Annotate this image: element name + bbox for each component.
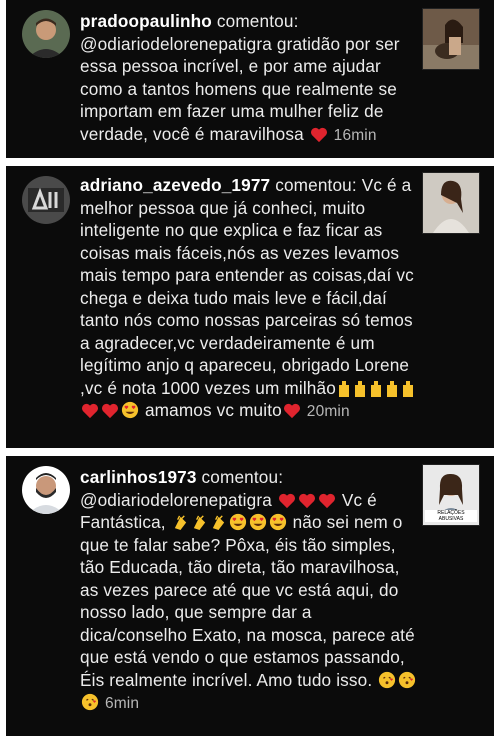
comment-text: carlinhos1973 comentou: @odiariodelorene…	[80, 466, 418, 716]
red-heart-icon	[318, 493, 335, 508]
red-heart-icon	[283, 403, 300, 419]
woman-with-dog-photo[interactable]	[422, 8, 480, 70]
comment-action: comentou:	[275, 175, 357, 195]
comment-username[interactable]: pradoopaulinho	[80, 11, 212, 31]
comment-card: adriano_azevedo_1977 comentou: Vc é a me…	[6, 166, 494, 448]
comment-action: comentou:	[216, 11, 299, 31]
comment-username[interactable]: carlinhos1973	[80, 467, 197, 487]
comment-text: pradoopaulinho comentou: @odiariodeloren…	[80, 10, 418, 147]
man-with-beard-avatar[interactable]	[22, 466, 70, 514]
heart-eyes-face-icon	[121, 401, 139, 419]
comment-card: pradoopaulinho comentou: @odiariodeloren…	[6, 0, 494, 158]
comment-card: RELAÇÕES ABUSIVAS carlinhos1973 comentou…	[6, 456, 494, 736]
man-avatar-photo[interactable]	[22, 10, 70, 58]
comment-body: não sei nem o que te falar sabe? Pôxa, é…	[80, 512, 415, 690]
clapping-hands-emojis	[171, 512, 228, 532]
red-heart-icon	[298, 493, 315, 508]
comment-mention[interactable]: @odiariodelorenepatigra	[80, 490, 272, 510]
comment-action: comentou:	[201, 467, 284, 487]
comment-body-end: amamos vc muito	[144, 400, 282, 420]
comment-time: 20min	[306, 403, 350, 420]
gym-logo-avatar[interactable]	[22, 176, 70, 224]
comment-time: 16min	[333, 126, 377, 144]
red-heart-icon	[102, 403, 118, 419]
red-heart-icon	[278, 493, 295, 508]
heart-eyes-face-icon	[229, 513, 246, 531]
woman-portrait-photo[interactable]	[422, 172, 480, 234]
relacoes-abusivas-thumbnail[interactable]: RELAÇÕES ABUSIVAS	[422, 464, 480, 526]
comment-body: Vc é a melhor pessoa que já conheci, mui…	[80, 175, 414, 398]
comment-time: 6min	[104, 695, 140, 712]
heart-eyes-face-icon	[249, 513, 266, 531]
raised-hands-emojis	[336, 378, 416, 398]
thumbnail-caption: RELAÇÕES ABUSIVAS	[425, 510, 477, 522]
red-heart-icon	[310, 127, 327, 142]
red-heart-icon	[82, 403, 98, 419]
comment-text: adriano_azevedo_1977 comentou: Vc é a me…	[80, 174, 418, 424]
heart-eyes-face-icon	[269, 513, 286, 531]
comment-username[interactable]: adriano_azevedo_1977	[80, 175, 270, 195]
